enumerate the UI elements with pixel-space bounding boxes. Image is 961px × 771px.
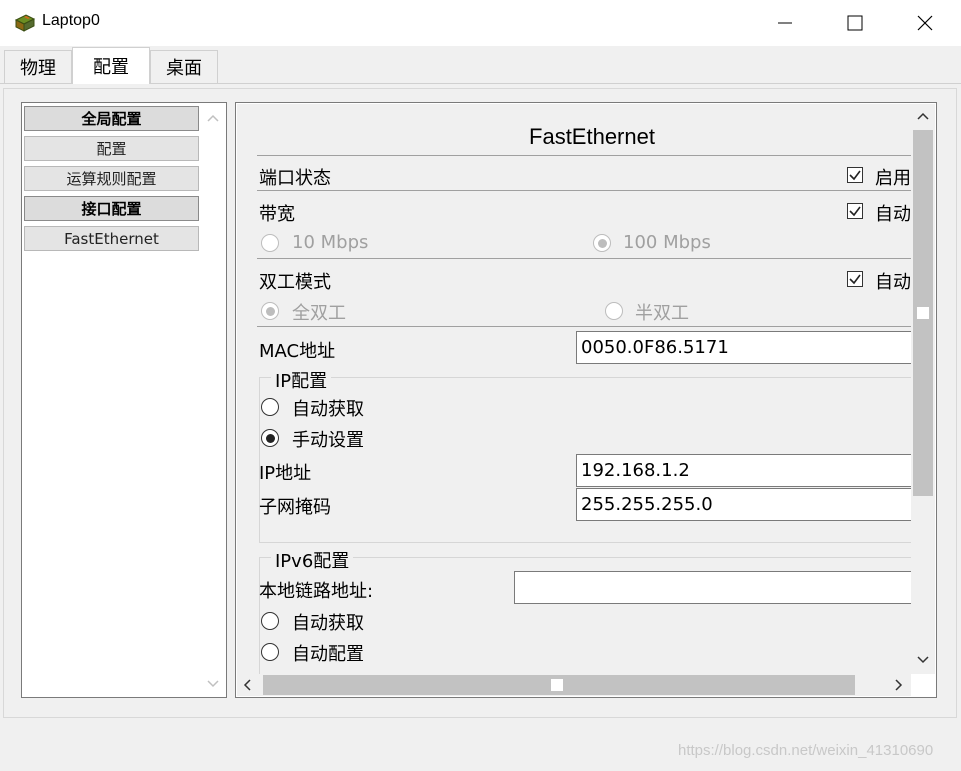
scroll-up-icon[interactable] <box>207 114 219 122</box>
radio-full-duplex-label: 全双工 <box>292 303 346 324</box>
radio-ip-dhcp[interactable] <box>261 398 279 416</box>
scroll-down-icon[interactable] <box>207 680 219 688</box>
ipv6-config-group-label: IPv6配置 <box>271 547 354 573</box>
ip-address-label: IP地址 <box>259 463 312 484</box>
left-nav-panel <box>21 102 227 698</box>
link-local-address-field[interactable] <box>514 571 911 604</box>
nav-item-global-config[interactable]: 全局配置 <box>24 106 199 131</box>
subnet-mask-field[interactable]: 255.255.255.0 <box>576 488 911 521</box>
mac-label: MAC地址 <box>259 341 336 362</box>
radio-ipv6-auto-config-label: 自动配置 <box>292 644 364 665</box>
left-nav-scrollbar[interactable] <box>201 104 225 696</box>
radio-full-duplex[interactable] <box>261 302 279 320</box>
nav-item-interface-config[interactable]: 接口配置 <box>24 196 199 221</box>
divider <box>257 190 911 191</box>
radio-ipv6-auto-obtain[interactable] <box>261 612 279 630</box>
maximize-icon <box>847 15 863 31</box>
radio-ip-static[interactable] <box>261 429 279 447</box>
panel-heading: FastEthernet <box>529 124 655 149</box>
window-title: Laptop0 <box>42 12 100 29</box>
nav-item-config[interactable]: 配置 <box>24 136 199 161</box>
duplex-auto-label: 自动 <box>875 272 911 293</box>
minimize-button[interactable] <box>750 0 820 46</box>
radio-ipv6-auto-config[interactable] <box>261 643 279 661</box>
port-status-checkbox[interactable] <box>847 167 863 183</box>
horizontal-scrollbar[interactable] <box>237 674 911 696</box>
nav-item-algorithm-config[interactable]: 运算规则配置 <box>24 166 199 191</box>
radio-ip-dhcp-label: 自动获取 <box>292 399 364 420</box>
watermark: https://blog.csdn.net/weixin_41310690 <box>678 742 934 759</box>
radio-100mbps-label: 100 Mbps <box>623 232 711 253</box>
scroll-left-icon[interactable] <box>243 679 251 691</box>
radio-ip-static-label: 手动设置 <box>292 430 364 451</box>
subnet-mask-label: 子网掩码 <box>259 497 331 518</box>
scroll-thumb-grip <box>551 679 563 691</box>
ip-address-field[interactable]: 192.168.1.2 <box>576 454 911 487</box>
bandwidth-auto-checkbox[interactable] <box>847 203 863 219</box>
tab-physical[interactable]: 物理 <box>4 50 72 83</box>
link-local-label: 本地链路地址: <box>259 581 374 602</box>
close-button[interactable] <box>890 0 960 46</box>
tab-desktop[interactable]: 桌面 <box>150 50 218 83</box>
radio-100mbps[interactable] <box>593 234 611 252</box>
port-status-label: 端口状态 <box>259 168 331 189</box>
radio-half-duplex[interactable] <box>605 302 623 320</box>
radio-half-duplex-label: 半双工 <box>635 303 689 324</box>
scroll-thumb-grip <box>917 307 929 319</box>
scroll-right-icon[interactable] <box>895 679 903 691</box>
divider <box>257 155 911 156</box>
bandwidth-label: 带宽 <box>259 204 295 225</box>
minimize-icon <box>778 22 792 24</box>
vertical-scrollbar[interactable] <box>911 104 935 674</box>
divider <box>257 326 911 327</box>
radio-10mbps[interactable] <box>261 234 279 252</box>
form-area: FastEthernet 端口状态 启用 带宽 自动 10 Mbps 100 M… <box>237 104 911 674</box>
maximize-button[interactable] <box>820 0 890 46</box>
checkmark-icon <box>849 170 861 181</box>
close-icon <box>917 15 933 31</box>
laptop-app-icon <box>14 12 36 34</box>
radio-10mbps-label: 10 Mbps <box>292 232 369 253</box>
checkmark-icon <box>849 274 861 285</box>
scroll-up-icon[interactable] <box>917 112 929 120</box>
mac-address-field[interactable]: 0050.0F86.5171 <box>576 331 911 364</box>
nav-item-fastethernet[interactable]: FastEthernet <box>24 226 199 251</box>
tab-config[interactable]: 配置 <box>72 47 150 84</box>
scroll-down-icon[interactable] <box>917 656 929 664</box>
port-status-checkbox-label: 启用 <box>875 168 911 189</box>
checkmark-icon <box>849 206 861 217</box>
radio-ipv6-auto-obtain-label: 自动获取 <box>292 613 364 634</box>
duplex-auto-checkbox[interactable] <box>847 271 863 287</box>
ip-config-group-label: IP配置 <box>271 367 332 393</box>
divider <box>257 258 911 259</box>
duplex-label: 双工模式 <box>259 272 331 293</box>
bandwidth-auto-label: 自动 <box>875 204 911 225</box>
